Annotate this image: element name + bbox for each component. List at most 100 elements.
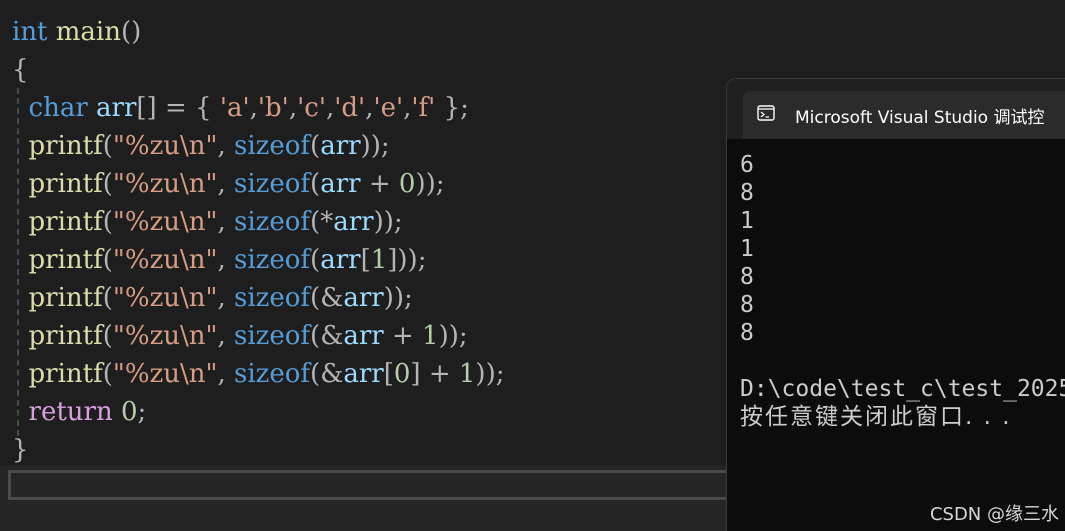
code-line: printf("%zu\n", sizeof(&arr + 1)); — [12, 317, 468, 355]
code-token: "%zu\n" — [112, 359, 218, 389]
code-line: printf("%zu\n", sizeof(arr)); — [12, 127, 390, 165]
code-token: arr — [96, 93, 137, 123]
code-token: ] + — [410, 359, 459, 389]
code-token: (& — [310, 321, 344, 351]
code-token: 'b' — [257, 93, 289, 123]
horizontal-scrollbar[interactable] — [8, 470, 748, 500]
code-token: (* — [310, 207, 334, 237]
code-token: () — [121, 17, 142, 47]
code-token: int — [12, 17, 48, 47]
code-token: 'e' — [373, 93, 404, 123]
code-token: arr — [320, 245, 361, 275]
code-token: return — [28, 397, 113, 427]
code-token: )); — [415, 169, 445, 199]
code-token: sizeof — [234, 169, 311, 199]
press-any-key-prompt: 按任意键关闭此窗口. . . — [740, 404, 1012, 430]
code-token: 0 — [393, 359, 411, 389]
code-token: )); — [360, 131, 390, 161]
code-token: 1 — [422, 321, 439, 351]
console-tab-strip: Microsoft Visual Studio 调试控 × — [727, 79, 1065, 139]
code-token: , — [288, 93, 298, 123]
output-line: 8 — [740, 292, 754, 318]
code-token: )); — [373, 207, 403, 237]
code-token: 1 — [458, 359, 476, 389]
code-token: 0 — [398, 169, 416, 199]
code-token: char — [28, 93, 88, 123]
code-token: "%zu\n" — [112, 169, 218, 199]
code-token: 0 — [120, 397, 138, 427]
code-line: printf("%zu\n", sizeof(&arr)); — [12, 279, 413, 317]
screenshot-root: int main(){ char arr[] = { 'a','b','c','… — [0, 0, 1065, 531]
code-token: , — [325, 93, 335, 123]
code-token: [ — [360, 245, 371, 275]
code-line: printf("%zu\n", sizeof(arr[1])); — [12, 241, 427, 279]
code-token: "%zu\n" — [112, 283, 218, 313]
code-token: ])); — [387, 245, 427, 275]
code-token: [ — [383, 359, 394, 389]
code-line: char arr[] = { 'a','b','c','d','e','f' }… — [12, 89, 469, 127]
code-token: ( — [102, 245, 113, 275]
code-token: sizeof — [234, 245, 311, 275]
code-token: ( — [102, 131, 113, 161]
code-token: , — [217, 169, 235, 199]
code-line: return 0; — [12, 393, 147, 431]
code-token: , — [217, 359, 235, 389]
code-token: (& — [310, 283, 344, 313]
code-token: (& — [310, 359, 344, 389]
code-token: sizeof — [234, 131, 311, 161]
output-line: 1 — [740, 208, 754, 234]
code-token: ( — [102, 321, 113, 351]
output-line: 1 — [740, 236, 754, 262]
code-token: printf — [28, 359, 103, 389]
code-token: 'c' — [297, 93, 326, 123]
code-token: )); — [475, 359, 505, 389]
code-token: )); — [383, 283, 413, 313]
output-line: 6 — [740, 152, 754, 178]
code-token: } — [12, 435, 29, 465]
output-line: 8 — [740, 264, 754, 290]
code-token: arr — [343, 321, 384, 351]
console-output: 6 8 1 1 8 8 8 D:\code\test_c\test_2025 按… — [740, 151, 1065, 431]
code-token: + — [383, 321, 423, 351]
csdn-watermark: CSDN @缘三水 — [929, 504, 1059, 525]
code-token: printf — [28, 169, 103, 199]
code-token: 'a' — [219, 93, 250, 123]
code-token: arr — [343, 283, 384, 313]
code-token: ( — [310, 131, 321, 161]
code-token: { — [12, 55, 29, 85]
code-token: + — [360, 169, 399, 199]
code-token: printf — [28, 207, 103, 237]
code-token: sizeof — [234, 359, 311, 389]
code-token: , — [217, 321, 235, 351]
code-token: ( — [102, 359, 113, 389]
code-token: "%zu\n" — [112, 131, 218, 161]
code-line: printf("%zu\n", sizeof(*arr)); — [12, 203, 403, 241]
code-token: 1 — [370, 245, 388, 275]
code-line: { — [12, 51, 29, 89]
debug-console-window[interactable]: Microsoft Visual Studio 调试控 × 6 8 1 1 8 … — [726, 78, 1065, 531]
console-tab[interactable]: Microsoft Visual Studio 调试控 × — [743, 91, 1065, 139]
code-token: arr — [320, 131, 361, 161]
code-token: arr — [333, 207, 374, 237]
code-token: sizeof — [234, 207, 311, 237]
code-token: , — [217, 245, 235, 275]
code-token: [] = { — [136, 93, 220, 123]
code-token: , — [217, 207, 235, 237]
console-title: Microsoft Visual Studio 调试控 — [795, 108, 1045, 128]
output-line: 8 — [740, 180, 754, 206]
code-token: , — [249, 93, 258, 123]
code-line: printf("%zu\n", sizeof(&arr[0] + 1)); — [12, 355, 505, 393]
code-token: ( — [102, 283, 113, 313]
code-token: "%zu\n" — [112, 245, 218, 275]
code-token: 'd' — [334, 93, 366, 123]
code-token: }; — [435, 93, 469, 123]
